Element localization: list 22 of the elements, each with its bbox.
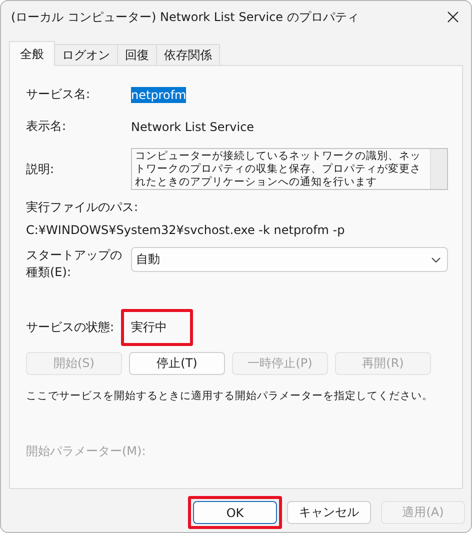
service-name-value: netprofm <box>131 86 186 102</box>
field-label: 開始パラメーター(M): <box>26 443 147 460</box>
hint-text: ここでサービスを開始するときに適用する開始パラメーターを指定してください。 <box>26 389 434 403</box>
field-label: 説明: <box>26 160 56 178</box>
dialog-button[interactable]: キャンセル <box>287 501 371 524</box>
description-box: コンピューターが接続しているネットワークの識別、ネットワークのプロパティの収集と保存、プロパティが変更されたときのアプリケーションへの通知を行います <box>131 148 448 190</box>
startup-type-dropdown[interactable]: 自動 <box>131 247 448 272</box>
field-label: 実行ファイルのパス: <box>26 199 140 216</box>
tab[interactable]: 依存関係 <box>156 44 220 65</box>
chevron-down-icon <box>431 256 441 262</box>
window-title: (ローカル コンピューター) Network List Service のプロパティ <box>11 8 360 26</box>
service-button[interactable]: 停止(T) <box>129 352 225 375</box>
close-icon[interactable] <box>447 11 459 23</box>
field-label: サービス名: <box>26 86 92 103</box>
dialog-button[interactable]: OK <box>193 501 277 524</box>
tab[interactable]: 全般 <box>9 41 55 66</box>
status-value: 実行中 <box>131 320 167 334</box>
field-label: サービスの状態: <box>26 319 116 336</box>
path-value: C:¥WINDOWS¥System32¥svchost.exe -k netprofm -p <box>26 223 346 237</box>
field-label: 表示名: <box>26 118 68 135</box>
display-name-value: Network List Service <box>131 120 256 134</box>
field-label: スタートアップの種類(E): <box>26 247 123 281</box>
